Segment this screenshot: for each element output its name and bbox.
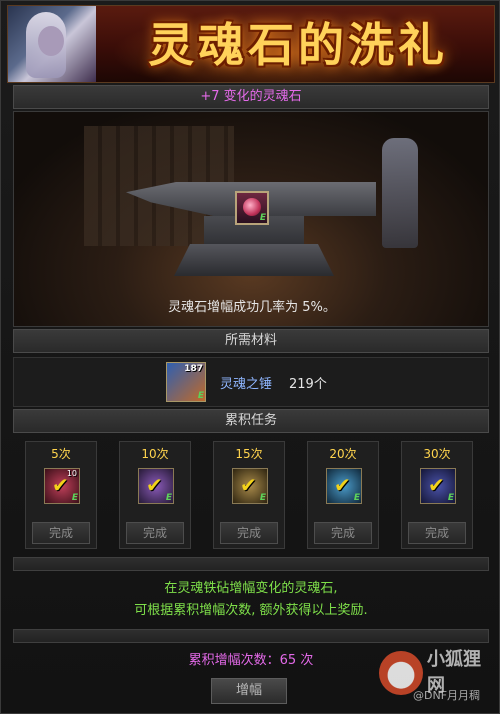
- portrait-face: [38, 26, 64, 56]
- soul-stone-icon: [243, 198, 261, 216]
- grade-e-icon: E: [259, 213, 266, 223]
- success-rate-text: 灵魂石增幅成功几率为 5%。: [168, 300, 336, 315]
- task-count: 15次: [235, 447, 263, 461]
- reward-icon[interactable]: ✔ E: [326, 468, 362, 504]
- complete-button[interactable]: 完成: [126, 522, 184, 544]
- stack-count: 187: [184, 364, 203, 374]
- character-portrait: [8, 6, 96, 82]
- task-count: 20次: [329, 447, 357, 461]
- grade-e-icon: E: [447, 493, 454, 503]
- notice-line-2: 可根据累积增幅次数, 额外获得以上奖励.: [134, 603, 368, 618]
- materials-row: 187 E 灵魂之锤 219个: [13, 357, 489, 407]
- reward-icon[interactable]: ✔ E: [138, 468, 174, 504]
- complete-button[interactable]: 完成: [314, 522, 372, 544]
- material-name: 灵魂之锤: [220, 377, 273, 392]
- task-count: 5次: [51, 447, 71, 461]
- soul-hammer-icon[interactable]: 187 E: [166, 362, 206, 402]
- anvil-base: [174, 244, 334, 276]
- checkmark-icon: ✔: [240, 473, 257, 497]
- complete-button[interactable]: 完成: [220, 522, 278, 544]
- grade-e-icon: E: [71, 493, 78, 503]
- task-item: 15次 ✔ E 完成: [213, 441, 285, 549]
- reward-icon[interactable]: ✔ E 10: [44, 468, 80, 504]
- soul-stone-slot[interactable]: E: [235, 191, 269, 225]
- complete-button[interactable]: 完成: [408, 522, 466, 544]
- divider: [13, 557, 489, 571]
- banner-title: 灵魂石的洗礼: [148, 18, 448, 72]
- grade-e-icon: E: [165, 493, 172, 503]
- complete-button[interactable]: 完成: [32, 522, 90, 544]
- task-item: 20次 ✔ E 完成: [307, 441, 379, 549]
- boost-button[interactable]: 增幅: [211, 678, 287, 704]
- checkmark-icon: ✔: [428, 473, 445, 497]
- reward-icon[interactable]: ✔ E: [420, 468, 456, 504]
- notice-line-1: 在灵魂铁砧增幅变化的灵魂石,: [164, 581, 338, 596]
- grade-e-icon: E: [197, 391, 204, 401]
- event-panel: 灵魂石的洗礼 +7 变化的灵魂石 E 灵魂石增幅成功几率为 5%。 所需材料 1…: [0, 0, 500, 714]
- watermark-handle: @DNF月月稠: [413, 689, 481, 702]
- materials-header: 所需材料: [13, 329, 489, 353]
- tasks-header: 累积任务: [13, 409, 489, 433]
- task-count: 10次: [141, 447, 169, 461]
- task-item: 30次 ✔ E 完成: [401, 441, 473, 549]
- grade-e-icon: E: [353, 493, 360, 503]
- reward-badge: 10: [66, 469, 77, 478]
- checkmark-icon: ✔: [146, 473, 163, 497]
- armor-statue: [382, 138, 418, 248]
- material-quantity: 219个: [289, 377, 327, 392]
- upgrade-header: +7 变化的灵魂石: [13, 85, 489, 109]
- forge-scene: E 灵魂石增幅成功几率为 5%。: [13, 111, 489, 327]
- title-banner: 灵魂石的洗礼: [7, 5, 495, 83]
- task-count: 30次: [423, 447, 451, 461]
- site-watermark: 小狐狸网 @DNF月月稠: [373, 637, 493, 709]
- task-item: 10次 ✔ E 完成: [119, 441, 191, 549]
- task-item: 5次 ✔ E 10 完成: [25, 441, 97, 549]
- task-list: 5次 ✔ E 10 完成 10次 ✔ E 完成 15次 ✔ E 完成 20次 ✔…: [13, 435, 489, 551]
- grade-e-icon: E: [259, 493, 266, 503]
- checkmark-icon: ✔: [334, 473, 351, 497]
- reward-icon[interactable]: ✔ E: [232, 468, 268, 504]
